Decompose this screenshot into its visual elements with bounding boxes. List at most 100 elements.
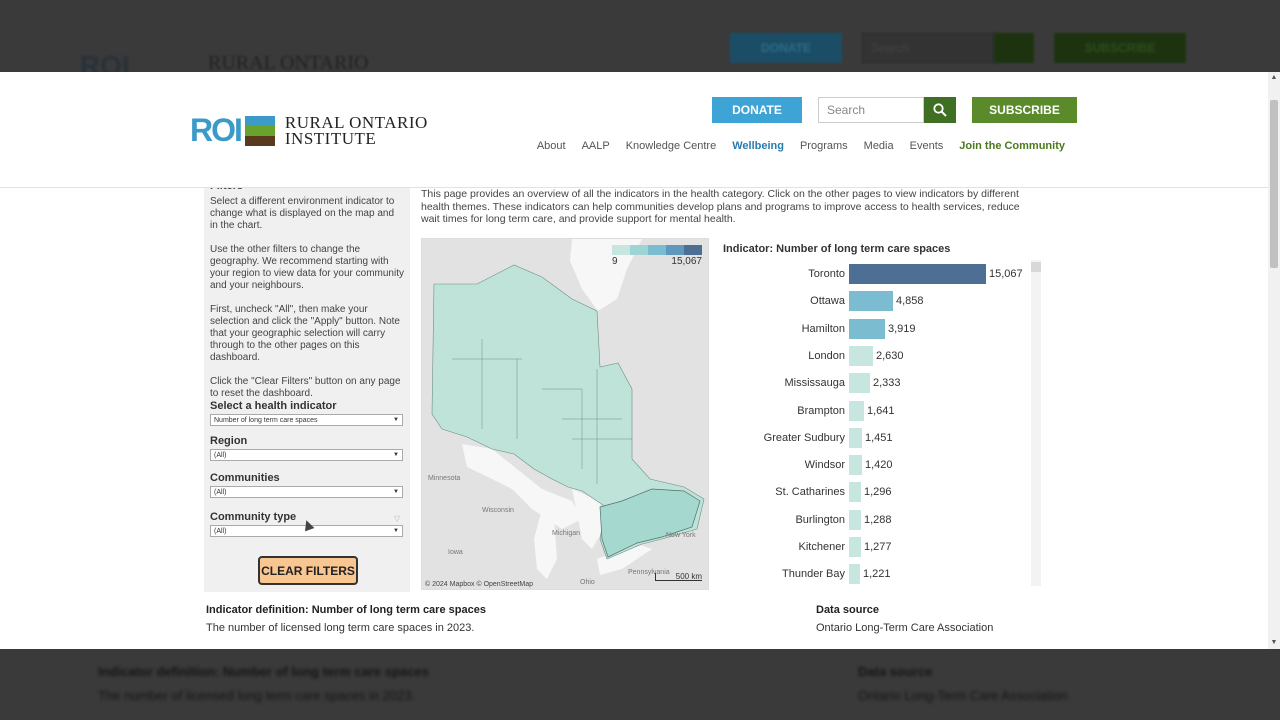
bg-search-input: Search <box>862 33 994 63</box>
legend-max: 15,067 <box>671 256 702 267</box>
chart-bar[interactable] <box>849 537 861 557</box>
chart-bar[interactable] <box>849 264 986 284</box>
legend-min: 9 <box>612 256 618 267</box>
chart-bar-row[interactable]: St. Catharines 1,296 <box>721 482 1041 503</box>
region-label: Region <box>210 435 248 447</box>
site-logo[interactable]: ROI RURAL ONTARIO INSTITUTE <box>190 112 428 149</box>
chart-bar-row[interactable]: Mississauga 2,333 <box>721 373 1041 394</box>
map-attribution[interactable]: © 2024 Mapbox © OpenStreetMap <box>425 581 533 588</box>
logo-text: RURAL ONTARIO INSTITUTE <box>284 114 428 148</box>
main-nav: About AALP Knowledge Centre Wellbeing Pr… <box>521 140 1065 152</box>
filters-help-2: Use the other filters to change the geog… <box>210 244 404 291</box>
bar-category-label: Ottawa <box>810 295 845 308</box>
nav-aalp[interactable]: AALP <box>582 140 610 152</box>
chart-scroll-thumb[interactable] <box>1031 262 1041 272</box>
chart-bar[interactable] <box>849 564 860 585</box>
scroll-up-icon[interactable]: ▲ <box>1268 72 1280 84</box>
map-label-new-york: New York <box>666 532 696 539</box>
source-title: Data source <box>816 604 879 616</box>
map-label-minnesota: Minnesota <box>428 475 461 482</box>
chart-title: Indicator: Number of long term care spac… <box>723 243 951 255</box>
communities-label: Communities <box>210 472 280 484</box>
chart-bar-row[interactable]: Toronto 15,067 <box>721 264 1041 284</box>
chart-bar[interactable] <box>849 318 885 339</box>
search-input[interactable] <box>818 97 924 123</box>
site-header: ROI RURAL ONTARIO INSTITUTE DONATE SUBSC… <box>0 72 1268 188</box>
chart-bar-row[interactable]: London 2,630 <box>721 345 1041 366</box>
chart-bar-row[interactable]: Thunder Bay 1,221 <box>721 564 1041 585</box>
chart-bar[interactable] <box>849 427 862 448</box>
nav-join-community[interactable]: Join the Community <box>959 140 1065 152</box>
chart-bar[interactable] <box>849 400 864 421</box>
nav-events[interactable]: Events <box>910 140 944 152</box>
bg-search-button <box>994 33 1034 63</box>
bar-value-label: 1,221 <box>863 568 891 581</box>
nav-about[interactable]: About <box>537 140 566 152</box>
chart-bar[interactable] <box>849 509 861 530</box>
search-icon <box>933 103 947 117</box>
bar-value-label: 4,858 <box>896 295 924 308</box>
region-select-value: (All) <box>214 452 227 459</box>
bg-definition-title: Indicator definition: Number of long ter… <box>98 664 429 679</box>
definition-title: Indicator definition: Number of long ter… <box>206 604 486 616</box>
chart-bar[interactable] <box>849 291 893 312</box>
chevron-down-icon: ▼ <box>393 528 399 534</box>
bar-value-label: 1,288 <box>864 513 892 526</box>
ontario-map[interactable]: 9 15,067 Minnesota Wisconsin Michigan Io… <box>421 238 709 590</box>
chart-scrollbar[interactable] <box>1031 260 1041 586</box>
logo-abbr: ROI <box>190 112 243 148</box>
region-select[interactable]: (All) ▼ <box>210 449 403 461</box>
nav-programs[interactable]: Programs <box>800 140 848 152</box>
bar-value-label: 3,919 <box>888 322 916 335</box>
logo-mark-icon <box>244 115 275 146</box>
legend-swatch-2 <box>630 245 648 255</box>
chart-bar[interactable] <box>849 373 870 394</box>
chart-bar-row[interactable]: Hamilton 3,919 <box>721 318 1041 339</box>
search-button[interactable] <box>924 97 956 123</box>
bar-category-label: Hamilton <box>801 322 845 335</box>
bg-donate-button: DONATE <box>730 33 842 63</box>
page-scrollbar[interactable]: ▲ ▼ <box>1268 72 1280 649</box>
chart-bar-row[interactable]: Burlington 1,288 <box>721 509 1041 530</box>
communities-select[interactable]: (All) ▼ <box>210 486 403 498</box>
legend-swatch-4 <box>666 245 684 255</box>
nav-media[interactable]: Media <box>864 140 894 152</box>
community-type-label: Community type <box>210 511 297 523</box>
filters-help-1: Select a different environment indicator… <box>210 196 395 231</box>
logo-line-2: INSTITUTE <box>284 128 377 148</box>
legend-swatch-1 <box>612 245 630 255</box>
map-legend: 9 15,067 <box>612 245 702 267</box>
chart-bar-row[interactable]: Kitchener 1,277 <box>721 537 1041 557</box>
filters-help-3: First, uncheck "All", then make your sel… <box>210 304 400 363</box>
bar-category-label: Brampton <box>797 404 845 417</box>
nav-knowledge-centre[interactable]: Knowledge Centre <box>626 140 717 152</box>
bar-value-label: 1,641 <box>867 404 895 417</box>
bg-definition-text: The number of licensed long term care sp… <box>98 688 416 703</box>
scroll-down-icon[interactable]: ▼ <box>1268 637 1280 649</box>
chart-bar[interactable] <box>849 345 873 366</box>
bar-category-label: Toronto <box>808 268 845 280</box>
chart-bar-row[interactable]: Brampton 1,641 <box>721 400 1041 421</box>
intro-text: This page provides an overview of all th… <box>421 188 1020 225</box>
bar-category-label: Mississauga <box>784 377 845 390</box>
bar-value-label: 15,067 <box>989 268 1023 280</box>
legend-swatch-3 <box>648 245 666 255</box>
bar-category-label: Windsor <box>804 459 845 472</box>
donate-button[interactable]: DONATE <box>712 97 802 123</box>
filter-icon[interactable]: ▽ <box>394 513 400 525</box>
bg-source-text: Ontario Long-Term Care Association <box>858 688 1068 703</box>
clear-filters-button[interactable]: CLEAR FILTERS <box>258 556 358 585</box>
chart-bar[interactable] <box>849 455 862 476</box>
subscribe-button[interactable]: SUBSCRIBE <box>972 97 1077 123</box>
bar-chart: Indicator: Number of long term care spac… <box>721 238 1041 588</box>
indicator-select[interactable]: Number of long term care spaces ▼ <box>210 414 403 426</box>
chart-bar[interactable] <box>849 482 861 503</box>
chart-bar-row[interactable]: Greater Sudbury 1,451 <box>721 427 1041 448</box>
nav-wellbeing[interactable]: Wellbeing <box>732 140 784 152</box>
page-panel: ROI RURAL ONTARIO INSTITUTE DONATE SUBSC… <box>0 72 1280 649</box>
chart-bar-row[interactable]: Windsor 1,420 <box>721 455 1041 476</box>
chart-bar-row[interactable]: Ottawa 4,858 <box>721 291 1041 312</box>
bar-category-label: London <box>808 349 845 362</box>
chevron-down-icon: ▼ <box>393 417 399 423</box>
scroll-thumb[interactable] <box>1270 100 1278 268</box>
